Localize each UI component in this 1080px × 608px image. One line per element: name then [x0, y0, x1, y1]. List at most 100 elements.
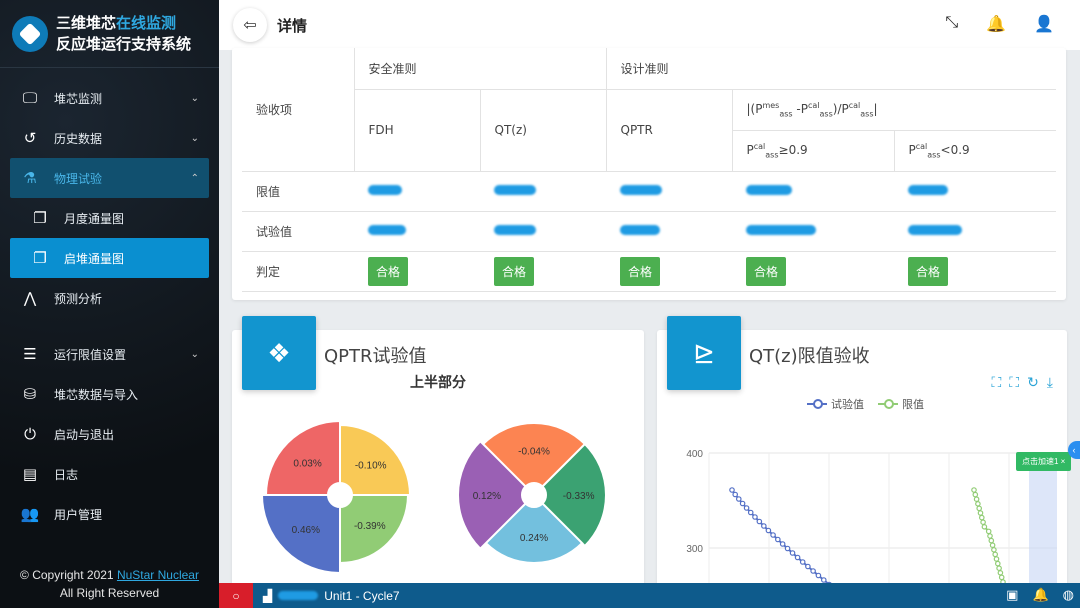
slice-label: 0.12%: [473, 491, 501, 502]
sidebar-item-prediction[interactable]: ⋀ 预测分析: [0, 278, 219, 318]
sidebar-item-monthly-flux[interactable]: ❐ 月度通量图: [0, 198, 219, 238]
data-point: [820, 577, 827, 583]
back-button[interactable]: ⇦: [233, 8, 267, 42]
redacted-value: [368, 225, 406, 235]
redacted-value: [494, 225, 536, 235]
data-point: [981, 524, 988, 530]
redacted-value: [908, 225, 962, 235]
data-point: [976, 505, 983, 512]
data-point: [997, 570, 1004, 576]
brand-line1-a: 三维堆芯: [56, 13, 117, 32]
data-point: [972, 491, 979, 498]
data-point: [729, 487, 735, 493]
col-fdh-header: FDH: [353, 89, 480, 172]
data-point: [735, 496, 742, 502]
table-row: 试验值: [242, 211, 1056, 252]
data-point: [973, 496, 980, 503]
row-label: 试验值: [242, 211, 354, 252]
copy-icon: ❐: [33, 209, 47, 227]
sidebar-nav: 🖵 堆芯监测 ⌄ ↺ 历史数据 ⌄ ⚗ 物理试验 ⌃ ❐ 月度通量图 ❐ 启堆通量图 ⋀ 预测分析…: [0, 78, 219, 534]
data-point: [988, 537, 995, 544]
data-point: [991, 547, 997, 553]
copy-icon: ❐: [33, 249, 47, 267]
sidebar-item-log[interactable]: ▤ 日志: [0, 454, 219, 494]
sidebar-item-startup-flux[interactable]: ❐ 启堆通量图: [10, 238, 209, 278]
data-point: [977, 510, 984, 516]
sidebar-item-data-import[interactable]: ⛁ 堆芯数据与导入: [0, 374, 219, 414]
data-point: [794, 554, 801, 561]
data-point: [815, 572, 822, 579]
user-icon[interactable]: 👤: [1034, 14, 1054, 34]
slice-label: -0.39%: [354, 521, 386, 532]
sliders-icon: ☰: [23, 345, 37, 363]
y-tick-label: 400: [686, 449, 703, 460]
row-label: 判定: [242, 251, 354, 292]
bell-icon[interactable]: 🔔: [1032, 587, 1048, 603]
speed-tag[interactable]: 点击加速1 ×: [1016, 452, 1072, 471]
company-link[interactable]: NuStar Nuclear: [117, 568, 199, 582]
redacted-value: [494, 185, 536, 195]
redacted-value: [620, 225, 660, 235]
table-row: 判定 合格 合格 合格 合格 合格: [242, 251, 1056, 292]
sidebar-item-users[interactable]: 👥 用户管理: [0, 494, 219, 534]
qptr-pie-charts: -0.10% -0.39% 0.46% 0.03% -0.04% -0.33% 0.24% 0…: [260, 419, 607, 575]
status-bar: ○ ▟ Unit1 - Cycle7 ▣ 🔔 ◍: [219, 583, 1080, 608]
users-icon: 👥: [20, 505, 40, 523]
arrow-left-icon: ⇦: [243, 17, 257, 34]
col-item-header: 验收项: [242, 48, 354, 172]
highlight-band: [1029, 455, 1057, 590]
power-icon: ⏻: [24, 425, 36, 443]
data-point: [993, 556, 1000, 562]
data-point: [747, 509, 754, 516]
table-row: 限值: [242, 171, 1056, 212]
brand-line2: 反应堆运行支持系统: [56, 34, 192, 53]
data-point: [732, 491, 739, 498]
palette-icon[interactable]: ◍: [1063, 587, 1074, 603]
sidebar-item-startup-exit[interactable]: ⏻ 启动与退出: [0, 414, 219, 454]
col-qtz-header: QT(z): [479, 89, 606, 172]
col-qptr-header: QPTR: [605, 89, 732, 172]
pass-badge: 合格: [908, 256, 949, 286]
pass-badge: 合格: [746, 256, 787, 286]
flask-icon: ⚗: [23, 169, 37, 187]
chevron-down-icon: ⌄: [190, 132, 199, 144]
record-icon[interactable]: ○: [219, 583, 253, 608]
slice-label: -0.33%: [563, 491, 595, 502]
export-icon[interactable]: ▣: [1006, 587, 1018, 603]
pass-badge: 合格: [620, 256, 661, 286]
slice-label: 0.03%: [293, 459, 321, 470]
data-point: [779, 541, 786, 547]
redacted-value: [620, 185, 662, 195]
data-point: [789, 550, 796, 556]
data-point: [975, 501, 981, 507]
data-point: [994, 560, 1001, 567]
page-title: 详情: [277, 16, 308, 35]
row-label: 限值: [242, 171, 354, 212]
redacted-value: [746, 185, 792, 195]
chart-icon: ⋀: [23, 289, 37, 307]
slice-label: 0.46%: [292, 525, 320, 536]
sidebar-item-history[interactable]: ↺ 历史数据 ⌄: [0, 118, 219, 158]
qptr-chart-card: ❖ QPTR试验值 上半部分 -0.10% -0.39% 0.46% 0.03% -0.…: [232, 316, 644, 590]
slice-label: -0.10%: [355, 460, 387, 471]
data-point: [752, 514, 758, 520]
data-point: [978, 514, 985, 521]
sidebar-item-physics-test[interactable]: ⚗ 物理试验 ⌃: [10, 158, 209, 198]
data-point: [971, 487, 977, 493]
alarm-icon[interactable]: 🔔: [986, 14, 1006, 34]
data-point: [739, 500, 746, 507]
data-point: [775, 536, 781, 543]
col-ratio-low-header: Pcalass<0.9: [893, 130, 1056, 172]
col-ratio-header: |(Pmesass -Pcalass)/Pcalass|: [731, 89, 1056, 131]
monitor-icon: 🖵: [22, 89, 38, 107]
data-point: [980, 519, 986, 526]
sidebar-item-limit-settings[interactable]: ☰ 运行限值设置 ⌄: [0, 334, 219, 374]
acceptance-table-card: 验收项 安全准则 设计准则 FDH QT(z) QPTR |(Pmesass -…: [232, 48, 1066, 300]
side-expand-tab[interactable]: ‹: [1068, 441, 1080, 459]
data-point: [985, 528, 992, 535]
data-point: [770, 532, 776, 538]
data-point: [756, 518, 763, 525]
sidebar-item-core-monitor[interactable]: 🖵 堆芯监测 ⌄: [0, 78, 219, 118]
collapse-icon[interactable]: ⤡: [945, 14, 958, 34]
data-point: [992, 551, 999, 558]
